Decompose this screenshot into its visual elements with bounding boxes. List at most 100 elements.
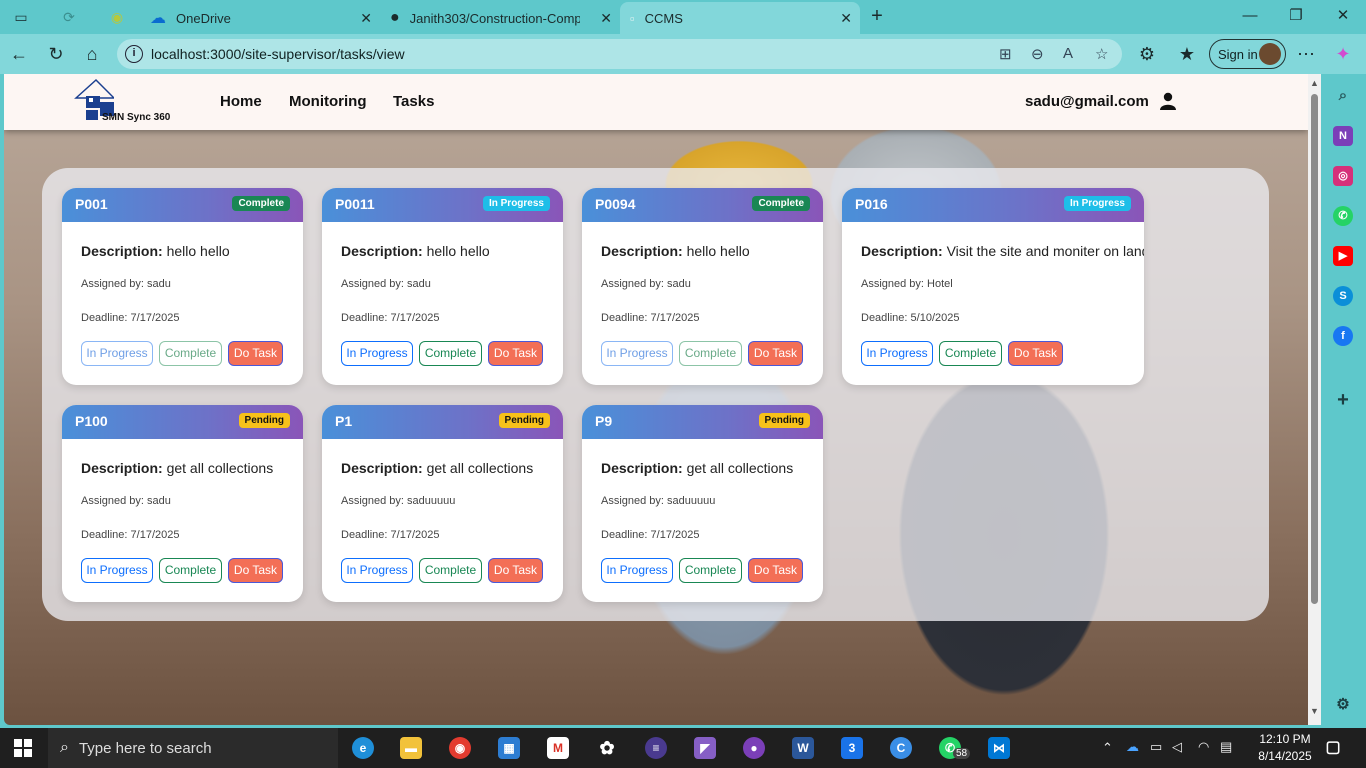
nav-home[interactable]: Home bbox=[220, 93, 262, 110]
complete-button[interactable]: Complete bbox=[679, 341, 742, 366]
in-progress-button[interactable]: In Progress bbox=[861, 341, 933, 366]
app-icon[interactable]: ≡ bbox=[645, 737, 667, 759]
in-progress-button[interactable]: In Progress bbox=[341, 558, 413, 583]
address-bar[interactable]: i localhost:3000/site-supervisor/tasks/v… bbox=[117, 39, 1122, 69]
youtube-icon[interactable]: ▶ bbox=[1333, 246, 1353, 266]
app-available-icon[interactable]: ⊞ bbox=[999, 45, 1012, 63]
skype-icon[interactable]: S bbox=[1333, 286, 1353, 306]
facebook-icon[interactable]: f bbox=[1333, 326, 1353, 346]
scroll-down-icon[interactable]: ▼ bbox=[1310, 706, 1319, 716]
logo[interactable]: SMN Sync 360 bbox=[74, 78, 184, 128]
in-progress-button[interactable]: In Progress bbox=[601, 558, 673, 583]
copilot-icon[interactable]: ✦ bbox=[1332, 43, 1354, 65]
extensions-icon[interactable]: ⚙ bbox=[1136, 43, 1158, 65]
in-progress-button[interactable]: In Progress bbox=[81, 341, 153, 366]
in-progress-button[interactable]: In Progress bbox=[341, 341, 413, 366]
read-aloud-icon[interactable]: A bbox=[1063, 45, 1073, 62]
chevron-up-icon[interactable]: ⌃ bbox=[1102, 740, 1113, 756]
visual-studio-icon[interactable]: ◤ bbox=[694, 737, 716, 759]
close-tab-icon[interactable]: ✕ bbox=[840, 10, 852, 27]
battery-icon[interactable]: ▭ bbox=[1150, 739, 1162, 755]
search-icon[interactable]: ⌕ bbox=[1333, 86, 1353, 106]
favorites-icon[interactable]: ★ bbox=[1176, 43, 1198, 65]
in-progress-button[interactable]: In Progress bbox=[601, 341, 673, 366]
complete-button[interactable]: Complete bbox=[419, 341, 482, 366]
tab-actions-icon[interactable]: ▭ bbox=[12, 8, 30, 26]
do-task-button[interactable]: Do Task bbox=[748, 341, 803, 366]
settings-icon[interactable]: ⚙ bbox=[1333, 695, 1353, 715]
scrollbar-thumb[interactable] bbox=[1311, 94, 1318, 604]
instagram-icon[interactable]: ◎ bbox=[1333, 166, 1353, 186]
home-icon[interactable]: ⌂ bbox=[81, 43, 103, 65]
github-desktop-icon[interactable]: ● bbox=[743, 737, 765, 759]
close-window-icon[interactable]: ✕ bbox=[1333, 6, 1353, 26]
onedrive-icon[interactable]: ☁ bbox=[1126, 739, 1139, 755]
more-menu-icon[interactable]: ⋯ bbox=[1295, 43, 1317, 65]
tab-onedrive[interactable]: ☁ OneDrive ✕ bbox=[140, 2, 380, 34]
complete-button[interactable]: Complete bbox=[939, 341, 1002, 366]
page-scrollbar[interactable]: ▲ ▼ bbox=[1308, 74, 1321, 725]
nav-monitoring[interactable]: Monitoring bbox=[289, 93, 366, 110]
search-icon: ⌕ bbox=[60, 739, 69, 756]
task-description: Description: get all collections bbox=[341, 460, 533, 476]
sign-in-button[interactable]: Sign in bbox=[1209, 39, 1286, 69]
tab-github[interactable]: ● Janith303/Construction-Company ✕ bbox=[380, 2, 620, 34]
windows-start-icon[interactable] bbox=[14, 739, 32, 757]
url-text: localhost:3000/site-supervisor/tasks/vie… bbox=[151, 46, 405, 62]
chrome-icon[interactable]: ◉ bbox=[449, 737, 471, 759]
clock[interactable]: 12:10 PM 8/14/2025 bbox=[1250, 731, 1320, 765]
deadline-label: Deadline: bbox=[81, 312, 128, 324]
new-tab-icon[interactable]: + bbox=[867, 6, 887, 26]
task-id: P0094 bbox=[595, 196, 636, 212]
user-icon[interactable] bbox=[1160, 92, 1176, 110]
description-value: hello hello bbox=[686, 243, 750, 259]
refresh-icon[interactable]: ↻ bbox=[45, 43, 67, 65]
back-icon[interactable]: ← bbox=[8, 43, 30, 65]
vscode-icon[interactable]: ⋈ bbox=[988, 737, 1010, 759]
complete-button[interactable]: Complete bbox=[159, 341, 222, 366]
favorite-star-icon[interactable]: ☆ bbox=[1095, 45, 1108, 63]
assigned-value: saduuuuu bbox=[407, 495, 456, 507]
minimize-icon[interactable]: — bbox=[1240, 6, 1260, 26]
restore-icon[interactable]: ❐ bbox=[1286, 6, 1306, 26]
do-task-button[interactable]: Do Task bbox=[228, 558, 283, 583]
store-icon[interactable]: ▦ bbox=[498, 737, 520, 759]
assigned-value: sadu bbox=[667, 278, 691, 290]
whatsapp-icon[interactable]: ✆ bbox=[1333, 206, 1353, 226]
canva-icon[interactable]: C bbox=[890, 737, 912, 759]
file-explorer-icon[interactable]: ▬ bbox=[400, 737, 422, 759]
close-tab-icon[interactable]: ✕ bbox=[600, 10, 612, 27]
do-task-button[interactable]: Do Task bbox=[488, 341, 543, 366]
wifi-icon[interactable]: ◠ bbox=[1198, 739, 1209, 755]
scroll-up-icon[interactable]: ▲ bbox=[1310, 78, 1319, 88]
edge-icon[interactable]: e bbox=[352, 737, 374, 759]
description-label: Description: bbox=[81, 243, 163, 259]
do-task-button[interactable]: Do Task bbox=[748, 558, 803, 583]
complete-button[interactable]: Complete bbox=[679, 558, 742, 583]
do-task-button[interactable]: Do Task bbox=[1008, 341, 1063, 366]
complete-button[interactable]: Complete bbox=[159, 558, 222, 583]
do-task-button[interactable]: Do Task bbox=[488, 558, 543, 583]
taskbar-search[interactable]: ⌕ Type here to search bbox=[48, 728, 338, 768]
do-task-button[interactable]: Do Task bbox=[228, 341, 283, 366]
in-progress-button[interactable]: In Progress bbox=[81, 558, 153, 583]
deadline-value: 7/17/2025 bbox=[390, 312, 440, 324]
volume-icon[interactable]: ◁ bbox=[1172, 739, 1182, 755]
onenote-icon[interactable]: N bbox=[1333, 126, 1353, 146]
notifications-icon[interactable]: ▢ bbox=[1322, 737, 1344, 759]
site-info-icon[interactable]: i bbox=[125, 45, 143, 63]
tab-ccms[interactable]: ▫ CCMS ✕ bbox=[620, 2, 860, 34]
workspaces-icon[interactable]: ⟳ bbox=[60, 8, 78, 26]
gmail-icon[interactable]: M bbox=[547, 737, 569, 759]
app-3-icon[interactable]: 3 bbox=[841, 737, 863, 759]
extension-tab-icon[interactable]: ◉ bbox=[108, 8, 126, 26]
add-icon[interactable]: + bbox=[1333, 390, 1353, 410]
close-tab-icon[interactable]: ✕ bbox=[360, 10, 372, 27]
chatgpt-icon[interactable]: ✿ bbox=[596, 737, 618, 759]
zoom-icon[interactable]: ⊖ bbox=[1031, 45, 1044, 63]
task-card-header: P100 Pending bbox=[62, 405, 303, 439]
nav-tasks[interactable]: Tasks bbox=[393, 93, 434, 110]
complete-button[interactable]: Complete bbox=[419, 558, 482, 583]
keyboard-icon[interactable]: ▤ bbox=[1220, 739, 1232, 755]
word-icon[interactable]: W bbox=[792, 737, 814, 759]
